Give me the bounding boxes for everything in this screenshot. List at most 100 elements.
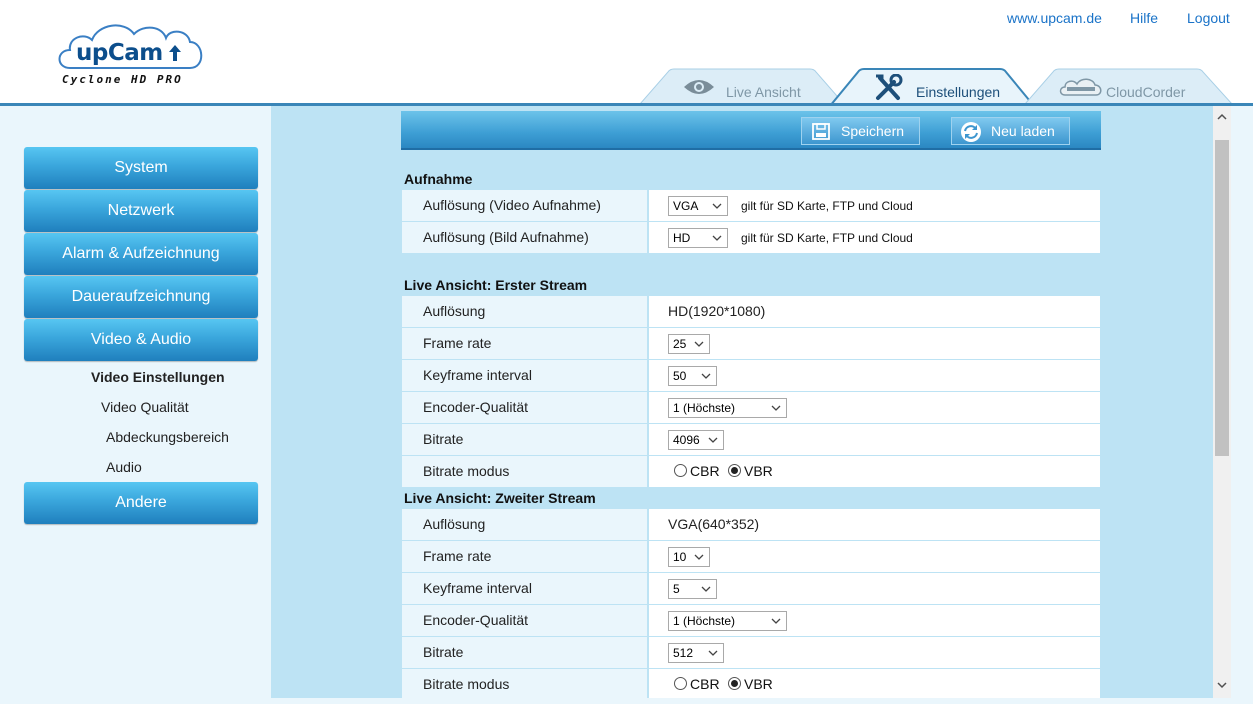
upcam-logo: upCam Cyclone HD PRO [58, 18, 208, 90]
row-stream1-bitrate-mode: Bitrate modus CBR VBR [402, 456, 1100, 487]
refresh-icon [961, 122, 981, 142]
section-title-aufnahme: Aufnahme [404, 171, 473, 187]
save-icon [812, 123, 830, 140]
chevron-down-icon [771, 405, 781, 411]
label-stream2-bitrate: Bitrate [423, 644, 464, 660]
label-stream1-bitrate: Bitrate [423, 431, 464, 447]
logo-product-name: Cyclone HD PRO [62, 73, 183, 86]
reload-button-label: Neu laden [991, 123, 1055, 139]
label-video-aufnahme: Auflösung (Video Aufnahme) [423, 197, 601, 213]
help-link[interactable]: Hilfe [1130, 10, 1158, 26]
menu-alarm-aufzeichnung[interactable]: Alarm & Aufzeichnung [24, 233, 258, 275]
select-stream1-framerate[interactable]: 25 [668, 334, 710, 354]
section-title-zweiter-stream: Live Ansicht: Zweiter Stream [404, 490, 596, 506]
tab-cloudcorder-label: CloudCorder [1106, 84, 1186, 100]
radio-stream2-vbr[interactable] [728, 677, 741, 690]
row-stream1-bitrate: Bitrate 4096 [402, 424, 1100, 455]
label-stream2-framerate: Frame rate [423, 548, 492, 564]
row-stream1-keyframe: Keyframe interval 50 [402, 360, 1100, 391]
tab-live-ansicht[interactable]: Live Ansicht [640, 68, 845, 104]
tools-icon [876, 74, 903, 100]
radio-stream1-cbr[interactable] [674, 464, 687, 477]
label-stream1-quality: Encoder-Qualität [423, 399, 529, 415]
chevron-down-icon [701, 586, 711, 592]
header: upCam Cyclone HD PRO www.upcam.de Hilfe … [0, 0, 1253, 106]
menu-video-audio[interactable]: Video & Audio [24, 319, 258, 361]
right-margin [1231, 106, 1253, 704]
label-stream2-resolution: Auflösung [423, 516, 486, 532]
select-stream1-bitrate[interactable]: 4096 [668, 430, 724, 450]
row-stream2-keyframe: Keyframe interval 5 [402, 573, 1100, 604]
menu-system[interactable]: System [24, 147, 258, 189]
scrollbar-thumb[interactable] [1215, 140, 1229, 456]
note-bild-aufnahme: gilt für SD Karte, FTP und Cloud [741, 231, 913, 245]
select-stream2-keyframe[interactable]: 5 [668, 579, 717, 599]
select-stream2-framerate[interactable]: 10 [668, 547, 710, 567]
chevron-down-icon [694, 554, 704, 560]
logo-wordmark: upCam [76, 40, 163, 66]
select-stream1-keyframe[interactable]: 50 [668, 366, 717, 386]
label-stream2-bitrate-mode: Bitrate modus [423, 676, 510, 692]
row-stream2-resolution: Auflösung VGA(640*352) [402, 509, 1100, 540]
label-stream2-keyframe: Keyframe interval [423, 580, 532, 596]
row-stream1-quality: Encoder-Qualität 1 (Höchste) [402, 392, 1100, 423]
save-button-label: Speichern [841, 123, 905, 139]
row-stream2-quality: Encoder-Qualität 1 (Höchste) [402, 605, 1100, 636]
row-stream2-bitrate-mode: Bitrate modus CBR VBR [402, 669, 1100, 698]
row-bild-aufnahme-resolution: Auflösung (Bild Aufnahme) HD gilt für SD… [402, 222, 1100, 253]
row-stream2-bitrate: Bitrate 512 [402, 637, 1100, 668]
radio-stream2-cbr-label: CBR [690, 676, 720, 692]
menu-andere[interactable]: Andere [24, 482, 258, 524]
submenu-video-einstellungen[interactable]: Video Einstellungen [91, 369, 225, 385]
logout-link[interactable]: Logout [1187, 10, 1230, 26]
select-stream2-bitrate[interactable]: 512 [668, 643, 724, 663]
label-stream1-resolution: Auflösung [423, 303, 486, 319]
cloudcorder-icon [1059, 78, 1102, 96]
section-title-erster-stream: Live Ansicht: Erster Stream [404, 277, 588, 293]
radio-stream1-vbr-label: VBR [744, 463, 773, 479]
chevron-down-icon [694, 341, 704, 347]
radio-stream2-vbr-label: VBR [744, 676, 773, 692]
scroll-down-icon[interactable] [1217, 680, 1227, 690]
radio-stream2-cbr[interactable] [674, 677, 687, 690]
website-link[interactable]: www.upcam.de [1007, 10, 1102, 26]
value-stream2-resolution: VGA(640*352) [668, 516, 760, 532]
row-video-aufnahme-resolution: Auflösung (Video Aufnahme) VGA gilt für … [402, 190, 1100, 221]
select-bild-aufnahme-resolution[interactable]: HD [668, 228, 728, 248]
tab-cloudcorder[interactable]: CloudCorder [1025, 68, 1233, 104]
reload-button[interactable]: Neu laden [951, 117, 1070, 145]
row-stream1-framerate: Frame rate 25 [402, 328, 1100, 359]
row-stream2-framerate: Frame rate 10 [402, 541, 1100, 572]
submenu-abdeckungsbereich[interactable]: Abdeckungsbereich [106, 429, 229, 445]
chevron-down-icon [701, 373, 711, 379]
row-stream1-resolution: Auflösung HD(1920*1080) [402, 296, 1100, 327]
select-video-aufnahme-resolution[interactable]: VGA [668, 196, 728, 216]
chevron-down-icon [708, 650, 718, 656]
label-stream2-quality: Encoder-Qualität [423, 612, 529, 628]
label-stream1-keyframe: Keyframe interval [423, 367, 532, 383]
menu-netzwerk[interactable]: Netzwerk [24, 190, 258, 232]
menu-daueraufzeichnung[interactable]: Daueraufzeichnung [24, 276, 258, 318]
bottom-margin [271, 698, 1231, 704]
select-stream1-quality[interactable]: 1 (Höchste) [668, 398, 787, 418]
tab-einstellungen[interactable]: Einstellungen [830, 68, 1035, 106]
radio-stream1-cbr-label: CBR [690, 463, 720, 479]
eye-icon [684, 80, 714, 94]
tab-einstellungen-label: Einstellungen [916, 84, 1001, 100]
submenu-audio[interactable]: Audio [106, 459, 142, 475]
label-bild-aufnahme: Auflösung (Bild Aufnahme) [423, 229, 589, 245]
vertical-scrollbar[interactable] [1213, 106, 1231, 698]
sidebar: System Netzwerk Alarm & Aufzeichnung Dau… [0, 106, 271, 704]
toolbar: Speichern Neu laden [401, 111, 1101, 150]
select-stream2-quality[interactable]: 1 (Höchste) [668, 611, 787, 631]
main-content: Speichern Neu laden Aufnahme Auflösung (… [271, 106, 1213, 698]
submenu-video-qualitaet[interactable]: Video Qualität [101, 399, 189, 415]
chevron-down-icon [708, 437, 718, 443]
label-stream1-framerate: Frame rate [423, 335, 492, 351]
label-stream1-bitrate-mode: Bitrate modus [423, 463, 510, 479]
save-button[interactable]: Speichern [801, 117, 920, 145]
scroll-up-icon[interactable] [1217, 112, 1227, 122]
upload-arrow-icon [169, 45, 181, 61]
radio-stream1-vbr[interactable] [728, 464, 741, 477]
chevron-down-icon [712, 203, 722, 209]
